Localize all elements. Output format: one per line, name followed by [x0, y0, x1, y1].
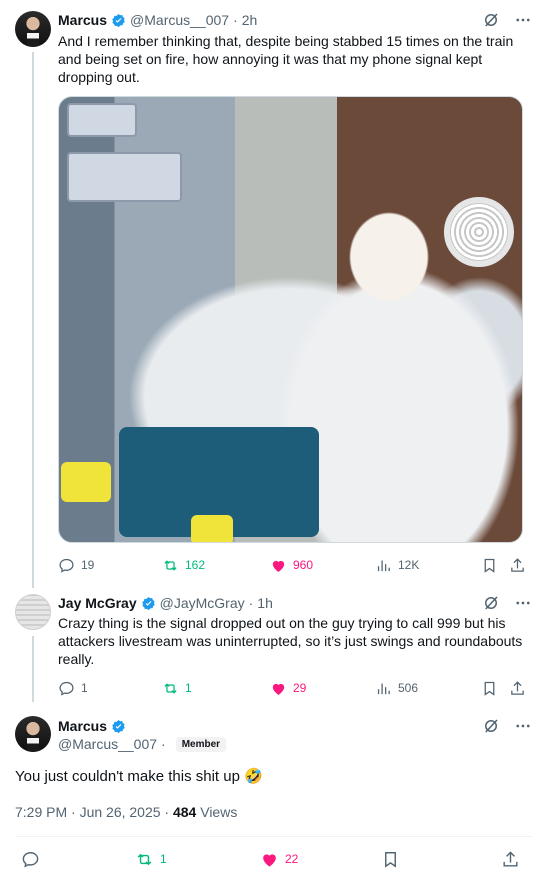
retweet-count: 162 [185, 558, 206, 572]
retweet-button[interactable]: 162 [162, 557, 205, 574]
analytics-icon [377, 683, 390, 694]
verified-badge-icon [141, 596, 155, 610]
bookmark-button[interactable] [481, 557, 498, 574]
reply-icon [22, 851, 39, 867]
more-options-icon[interactable] [514, 717, 532, 735]
tweet-header: Marcus @Marcus__007 · 2h [58, 12, 257, 28]
heart-filled-icon [272, 560, 285, 572]
avatar[interactable] [15, 594, 51, 630]
tweet-top-actions [482, 11, 532, 29]
bookmark-icon [385, 851, 396, 868]
thread-line [32, 52, 34, 588]
like-button[interactable]: 22 [260, 850, 298, 869]
iv-pump-shape [67, 103, 137, 137]
tweet-top-actions [482, 717, 532, 735]
grok-icon[interactable] [482, 594, 500, 612]
bookmark-icon [484, 681, 495, 696]
analytics-icon [377, 560, 390, 571]
retweet-button[interactable]: 1 [135, 850, 167, 869]
avatar[interactable] [15, 716, 51, 752]
heart-filled-icon [263, 853, 276, 867]
retweet-count: 1 [185, 681, 192, 695]
like-button[interactable]: 29 [270, 680, 306, 697]
reply-icon [59, 558, 74, 573]
views-label: Views [196, 804, 238, 820]
retweet-count: 1 [160, 852, 167, 866]
retweet-icon [164, 559, 177, 571]
post-time[interactable]: 2h [242, 12, 258, 28]
share-icon [503, 850, 518, 867]
author-name[interactable]: Marcus [58, 718, 107, 734]
tweet-action-bar: 1 22 [15, 849, 532, 869]
more-options-icon[interactable] [514, 594, 532, 612]
separator-dot: · [233, 12, 238, 28]
like-count: 29 [293, 681, 307, 695]
heart-filled-icon [272, 683, 285, 695]
like-count: 960 [293, 558, 314, 572]
tweet-header: Jay McGray @JayMcGray · 1h [58, 595, 273, 611]
sock-shape [61, 462, 111, 502]
views-button[interactable]: 12K [375, 557, 419, 574]
author-name[interactable]: Marcus [58, 12, 107, 28]
sock-shape [191, 515, 233, 542]
fan-shape [444, 197, 514, 267]
tweet-jay-mcgray[interactable]: Jay McGray @JayMcGray · 1h Crazy thing i… [0, 586, 547, 704]
author-handle[interactable]: @Marcus__007 [130, 12, 229, 28]
grok-icon[interactable] [482, 717, 500, 735]
retweet-icon [164, 682, 177, 694]
post-time[interactable]: 1h [257, 595, 273, 611]
iv-pump-shape [67, 152, 182, 202]
grok-icon[interactable] [482, 11, 500, 29]
bookmark-button[interactable] [381, 850, 400, 869]
thread-line [32, 636, 34, 702]
like-button[interactable]: 960 [270, 557, 313, 574]
separator-dot: · [161, 736, 166, 752]
tweet-top-actions [482, 594, 532, 612]
view-count: 506 [398, 681, 419, 695]
tweet-header-name-row: Marcus [58, 718, 126, 734]
tweet-header-handle-row: @Marcus__007 · Member [58, 736, 227, 752]
tweet-text: You just couldn't make this shit up 🤣 [15, 768, 263, 785]
member-badge: Member [175, 736, 227, 752]
tweet-photo[interactable] [58, 96, 523, 543]
views-button[interactable]: 506 [375, 680, 418, 697]
view-count: 12K [398, 558, 420, 572]
tweet-text: And I remember thinking that, despite be… [58, 33, 514, 85]
bookmark-button[interactable] [481, 680, 498, 697]
reply-button[interactable] [21, 850, 40, 869]
tweet-text: Crazy thing is the signal dropped out on… [58, 615, 523, 667]
tweet-timestamp-views: 7:29 PM · Jun 26, 2025 · 484 Views [15, 804, 237, 820]
author-name[interactable]: Jay McGray [58, 595, 137, 611]
tweet-marcus-focused: Marcus @Marcus__007 · Member You just co… [0, 704, 547, 870]
reply-button[interactable]: 19 [58, 557, 94, 574]
share-button[interactable] [501, 850, 520, 869]
reply-button[interactable]: 1 [58, 680, 88, 697]
share-icon [511, 680, 524, 695]
tweet-action-bar: 19 162 960 12K [58, 556, 528, 574]
share-icon [511, 557, 524, 572]
share-button[interactable] [509, 680, 526, 697]
reply-icon [59, 681, 74, 696]
bookmark-icon [484, 558, 495, 573]
author-handle[interactable]: @JayMcGray [160, 595, 245, 611]
verified-badge-icon [112, 13, 125, 27]
views-count: 484 [172, 804, 197, 820]
avatar[interactable] [15, 11, 51, 47]
separator-dot: · [248, 595, 254, 611]
share-button[interactable] [509, 557, 526, 574]
retweet-button[interactable]: 1 [162, 680, 192, 697]
divider [15, 836, 532, 837]
reply-count: 1 [81, 681, 88, 695]
reply-count: 19 [81, 558, 95, 572]
verified-badge-icon [112, 719, 125, 733]
tweet-action-bar: 1 1 29 506 [58, 679, 528, 697]
more-options-icon[interactable] [514, 11, 532, 29]
tweet-marcus[interactable]: Marcus @Marcus__007 · 2h And I remember … [0, 0, 547, 588]
like-count: 22 [285, 852, 299, 866]
post-timestamp[interactable]: 7:29 PM · Jun 26, 2025 · [15, 804, 173, 820]
retweet-icon [137, 853, 152, 865]
author-handle[interactable]: @Marcus__007 [58, 736, 157, 752]
